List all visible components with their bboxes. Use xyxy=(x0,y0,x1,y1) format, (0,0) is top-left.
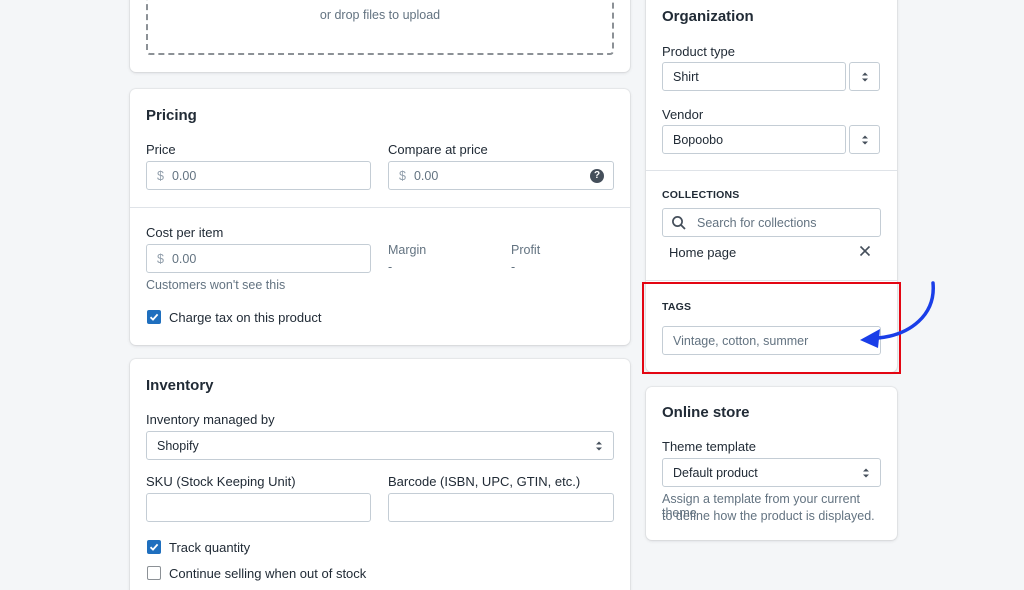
collections-search-input[interactable]: Search for collections xyxy=(662,208,881,237)
pricing-title: Pricing xyxy=(146,107,197,124)
inventory-card: Inventory Inventory managed by Shopify S… xyxy=(130,359,630,590)
price-currency: $ xyxy=(157,168,164,183)
continue-selling-checkbox[interactable] xyxy=(147,566,161,580)
compare-price-label: Compare at price xyxy=(388,142,488,157)
theme-template-value: Default product xyxy=(673,465,758,480)
compare-price-input[interactable]: $ 0.00 ? xyxy=(388,161,614,190)
barcode-input[interactable] xyxy=(388,493,614,522)
cost-label: Cost per item xyxy=(146,225,224,240)
cost-value: 0.00 xyxy=(171,251,197,266)
cost-currency: $ xyxy=(157,251,164,266)
dropzone-text: or drop files to upload xyxy=(319,8,441,22)
search-icon xyxy=(672,215,686,230)
margin-label: Margin xyxy=(388,243,427,257)
managed-by-value: Shopify xyxy=(157,438,199,453)
charge-tax-checkbox[interactable] xyxy=(147,310,161,324)
theme-template-select[interactable]: Default product xyxy=(662,458,881,487)
collection-item: Home page xyxy=(669,245,737,260)
price-label: Price xyxy=(146,142,176,157)
annotation-arrow-icon xyxy=(860,281,935,348)
checkmark-icon xyxy=(149,543,159,551)
managed-by-label: Inventory managed by xyxy=(146,412,275,427)
organization-title: Organization xyxy=(662,8,754,25)
track-quantity-label: Track quantity xyxy=(169,540,251,555)
pricing-card: Pricing Price $ 0.00 Compare at price $ … xyxy=(130,89,630,345)
select-arrows-icon xyxy=(863,468,869,478)
charge-tax-label: Charge tax on this product xyxy=(169,310,322,325)
media-card: or drop files to upload xyxy=(130,0,630,72)
margin-value: - xyxy=(388,260,393,274)
sku-label: SKU (Stock Keeping Unit) xyxy=(146,474,296,489)
price-input[interactable]: $ 0.00 xyxy=(146,161,371,190)
product-type-value: Shirt xyxy=(673,69,699,84)
select-arrows-icon xyxy=(861,72,868,81)
remove-collection-icon[interactable] xyxy=(859,245,871,257)
managed-by-select[interactable]: Shopify xyxy=(146,431,614,460)
compare-value: 0.00 xyxy=(413,168,439,183)
sku-input[interactable] xyxy=(146,493,371,522)
price-value: 0.00 xyxy=(171,168,197,183)
vendor-input[interactable]: Bopoobo xyxy=(662,125,846,154)
vendor-value: Bopoobo xyxy=(673,132,724,147)
track-quantity-checkbox[interactable] xyxy=(147,540,161,554)
select-arrows-icon xyxy=(596,441,602,451)
checkmark-icon xyxy=(149,313,159,321)
collections-title: COLLECTIONS xyxy=(662,189,740,201)
product-type-label: Product type xyxy=(662,44,735,59)
product-type-dropdown-button[interactable] xyxy=(849,62,880,91)
profit-label: Profit xyxy=(511,243,541,257)
collections-search-placeholder: Search for collections xyxy=(697,215,817,230)
inventory-title: Inventory xyxy=(146,377,214,394)
continue-selling-label: Continue selling when out of stock xyxy=(169,566,367,581)
online-store-title: Online store xyxy=(662,404,750,421)
file-dropzone[interactable]: or drop files to upload xyxy=(146,0,614,55)
select-arrows-icon xyxy=(861,135,868,144)
profit-value: - xyxy=(511,260,516,274)
cost-input[interactable]: $ 0.00 xyxy=(146,244,371,273)
theme-help-line-2: to define how the product is displayed. xyxy=(662,509,875,523)
organization-divider-1 xyxy=(646,170,897,171)
vendor-dropdown-button[interactable] xyxy=(849,125,880,154)
pricing-divider xyxy=(130,207,630,208)
vendor-label: Vendor xyxy=(662,107,704,122)
cost-help-text: Customers won't see this xyxy=(146,278,286,292)
barcode-label: Barcode (ISBN, UPC, GTIN, etc.) xyxy=(388,474,581,489)
online-store-card: Online store Theme template Default prod… xyxy=(646,387,897,540)
compare-currency: $ xyxy=(399,168,406,183)
product-type-input[interactable]: Shirt xyxy=(662,62,846,91)
help-icon[interactable]: ? xyxy=(590,169,604,183)
theme-template-label: Theme template xyxy=(662,439,756,454)
